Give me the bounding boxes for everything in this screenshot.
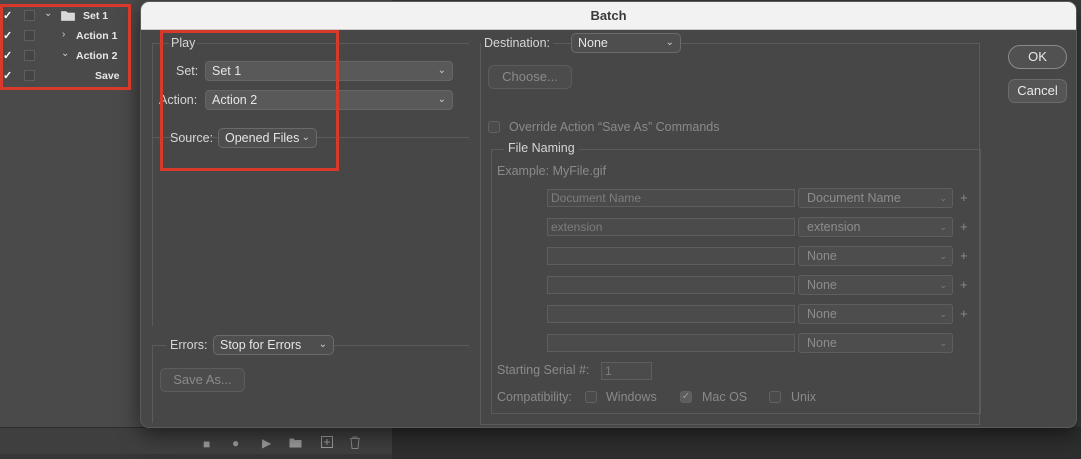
chevron-down-icon: ⌄ bbox=[939, 251, 947, 261]
naming-select-value: None bbox=[807, 336, 837, 350]
new-action-icon[interactable] bbox=[321, 436, 333, 448]
panel-grip[interactable] bbox=[0, 454, 392, 459]
naming-select-value: None bbox=[807, 278, 837, 292]
dialog-title: Batch bbox=[590, 8, 627, 23]
cancel-button[interactable]: Cancel bbox=[1008, 79, 1067, 103]
naming-select-4[interactable]: None ⌄ bbox=[798, 275, 953, 295]
file-naming-legend: File Naming bbox=[504, 141, 579, 155]
dialog-titlebar[interactable]: Batch bbox=[141, 2, 1076, 30]
destination-select-value: None bbox=[578, 36, 608, 50]
unix-checkbox[interactable] bbox=[769, 391, 781, 403]
chevron-down-icon: ⌄ bbox=[665, 37, 674, 48]
compatibility-label: Compatibility: bbox=[497, 390, 573, 404]
actions-toolbar: ■ ● ▶ bbox=[0, 427, 392, 459]
add-naming-row-icon[interactable]: + bbox=[960, 190, 968, 205]
save-as-button[interactable]: Save As... bbox=[160, 368, 245, 392]
chevron-down-icon: ⌄ bbox=[939, 193, 947, 203]
record-icon[interactable]: ● bbox=[232, 436, 239, 450]
windows-checkbox[interactable] bbox=[585, 391, 597, 403]
naming-select-value: None bbox=[807, 249, 837, 263]
destination-label: Destination: bbox=[481, 36, 554, 50]
chevron-down-icon: ⌄ bbox=[318, 339, 327, 350]
naming-select-value: extension bbox=[807, 220, 861, 234]
serial-input[interactable]: 1 bbox=[601, 362, 652, 380]
chevron-down-icon: ⌄ bbox=[939, 338, 947, 348]
naming-select-1[interactable]: Document Name ⌄ bbox=[798, 188, 953, 208]
naming-select-2[interactable]: extension ⌄ bbox=[798, 217, 953, 237]
naming-field-2[interactable]: extension bbox=[547, 218, 795, 236]
naming-select-value: Document Name bbox=[807, 191, 901, 205]
trash-icon[interactable] bbox=[349, 436, 361, 449]
naming-field-4[interactable] bbox=[547, 276, 795, 294]
choose-button[interactable]: Choose... bbox=[488, 65, 572, 89]
serial-label: Starting Serial #: bbox=[497, 363, 590, 377]
errors-select[interactable]: Stop for Errors ⌄ bbox=[213, 335, 334, 355]
unix-label: Unix bbox=[791, 390, 817, 404]
background-area bbox=[392, 427, 1081, 459]
stop-icon[interactable]: ■ bbox=[203, 437, 210, 451]
chevron-down-icon: ⌄ bbox=[939, 309, 947, 319]
play-icon[interactable]: ▶ bbox=[262, 436, 271, 450]
add-naming-row-icon[interactable]: + bbox=[960, 277, 968, 292]
windows-label: Windows bbox=[606, 390, 657, 404]
naming-field-6[interactable] bbox=[547, 334, 795, 352]
naming-field-3[interactable] bbox=[547, 247, 795, 265]
errors-label: Errors: bbox=[166, 338, 212, 352]
errors-select-value: Stop for Errors bbox=[220, 338, 302, 352]
naming-select-3[interactable]: None ⌄ bbox=[798, 246, 953, 266]
chevron-down-icon: ⌄ bbox=[939, 280, 947, 290]
naming-select-5[interactable]: None ⌄ bbox=[798, 304, 953, 324]
naming-select-value: None bbox=[807, 307, 837, 321]
naming-field-5[interactable] bbox=[547, 305, 795, 323]
chevron-down-icon: ⌄ bbox=[437, 94, 446, 105]
folder-icon[interactable] bbox=[289, 437, 302, 448]
macos-checkbox[interactable]: ✓ bbox=[680, 391, 692, 403]
chevron-down-icon: ⌄ bbox=[939, 222, 947, 232]
ok-button[interactable]: OK bbox=[1008, 45, 1067, 69]
chevron-down-icon: ⌄ bbox=[437, 65, 446, 76]
highlight-box-actions bbox=[0, 4, 131, 90]
file-naming-example: Example: MyFile.gif bbox=[497, 164, 607, 178]
add-naming-row-icon[interactable]: + bbox=[960, 306, 968, 321]
destination-select[interactable]: None ⌄ bbox=[571, 33, 681, 53]
add-naming-row-icon[interactable]: + bbox=[960, 248, 968, 263]
override-save-as-label: Override Action “Save As” Commands bbox=[509, 120, 720, 134]
override-save-as-checkbox[interactable] bbox=[488, 121, 500, 133]
naming-field-1[interactable]: Document Name bbox=[547, 189, 795, 207]
highlight-box-play bbox=[160, 30, 339, 171]
macos-label: Mac OS bbox=[702, 390, 748, 404]
add-naming-row-icon[interactable]: + bbox=[960, 219, 968, 234]
naming-select-6[interactable]: None ⌄ bbox=[798, 333, 953, 353]
checkmark-icon: ✓ bbox=[681, 391, 691, 402]
